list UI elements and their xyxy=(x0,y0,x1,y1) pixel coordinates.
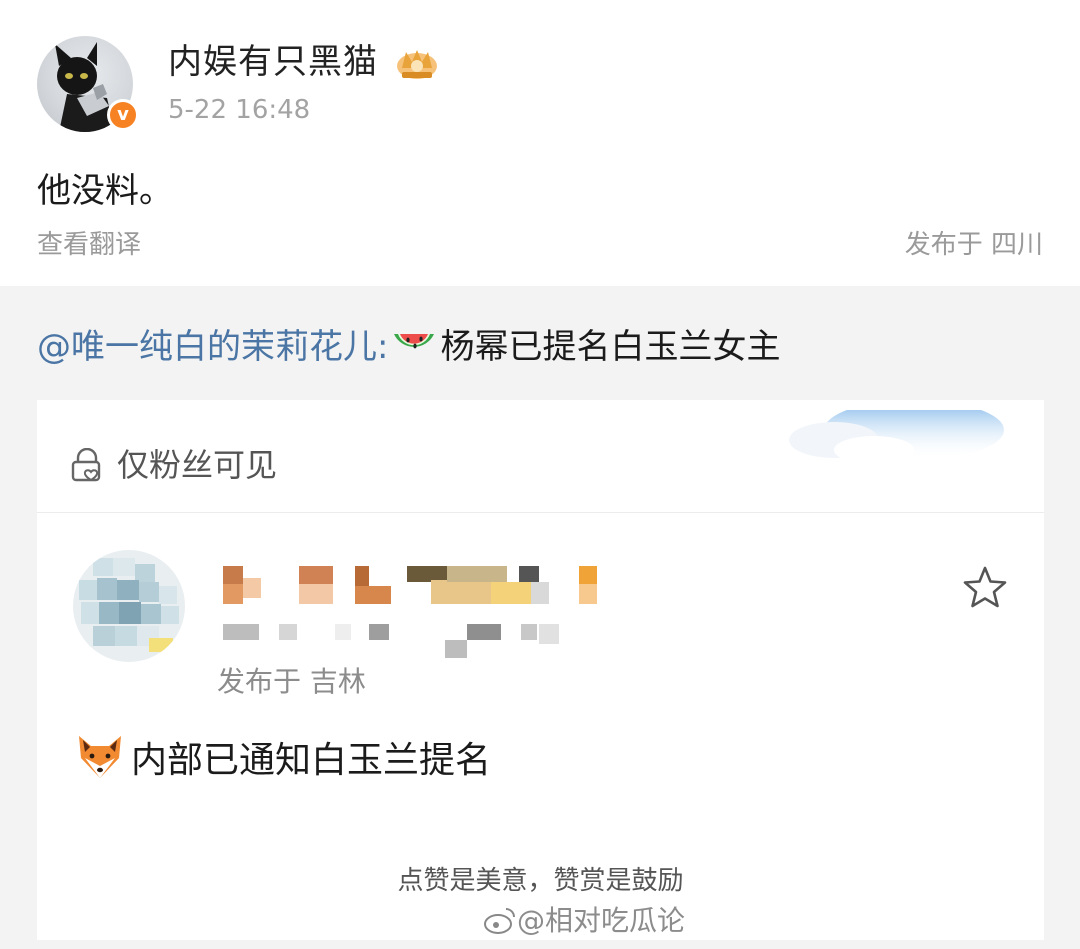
fans-only-label: 仅粉丝可见 xyxy=(117,446,278,484)
post-text: 他没料。 xyxy=(37,171,173,211)
watermark-text: @相对吃瓜论 xyxy=(517,904,686,937)
mention-link[interactable]: @唯一纯白的茉莉花儿: xyxy=(37,327,388,367)
crown-icon[interactable] xyxy=(394,44,440,82)
fox-icon xyxy=(79,736,121,778)
card-location: 发布于 吉林 xyxy=(217,665,366,698)
post-time: 5-22 16:48 xyxy=(168,95,311,125)
watermelon-icon xyxy=(394,334,435,349)
original-post: v 内娱有只黑猫 5-22 16:48 他没料。 查看翻译 发布于 四川 xyxy=(0,0,1080,286)
repost-line: @唯一纯白的茉莉花儿: 杨幂已提名白玉兰女主 xyxy=(37,322,780,372)
star-icon[interactable] xyxy=(961,564,1009,610)
card-text: 内部已通知白玉兰提名 xyxy=(131,740,492,781)
translate-link[interactable]: 查看翻译 xyxy=(37,226,141,264)
appreciate-text: 点赞是美意，赞赏是鼓励 xyxy=(397,866,684,896)
lock-heart-icon xyxy=(71,448,101,482)
weibo-logo-icon xyxy=(484,908,515,934)
repost-text: 杨幂已提名白玉兰女主 xyxy=(440,327,781,367)
blurred-username xyxy=(223,566,597,604)
card-post-text: 内部已通知白玉兰提名 xyxy=(73,732,491,787)
username[interactable]: 内娱有只黑猫 xyxy=(168,40,378,84)
blurred-avatar[interactable] xyxy=(73,550,185,662)
blurred-subtitle xyxy=(223,624,559,658)
post-location: 发布于 四川 xyxy=(904,230,1043,260)
verified-badge-icon: v xyxy=(107,99,139,131)
fans-only-bar: 仅粉丝可见 xyxy=(37,416,1044,513)
reposted-card[interactable]: 仅粉丝可见 发布于 吉林 内部已通知白玉兰提名 点赞是美意，赞赏是鼓励 @相对吃… xyxy=(37,400,1044,940)
